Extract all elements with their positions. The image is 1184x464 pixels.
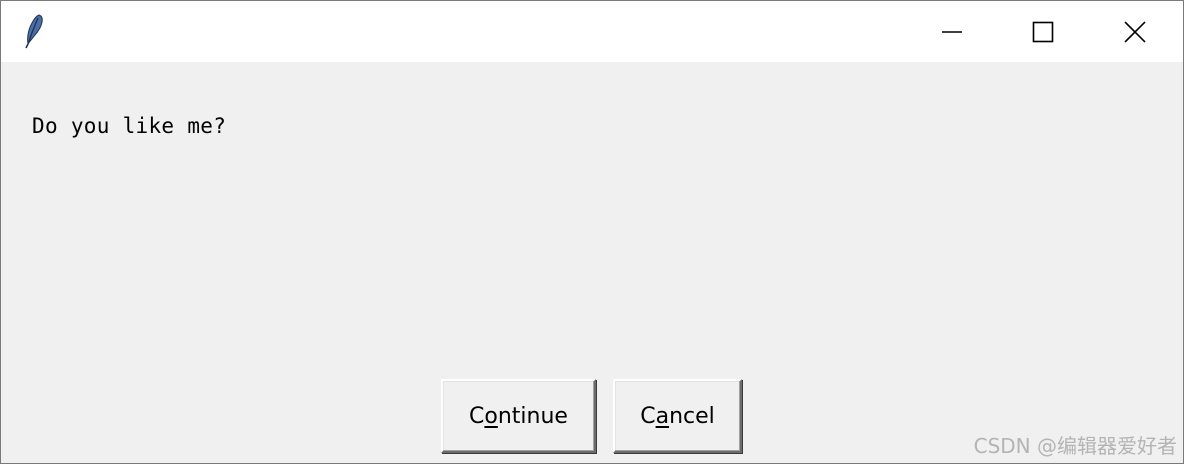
minimize-icon xyxy=(941,21,963,43)
continue-mnemonic: o xyxy=(484,403,498,429)
cancel-mnemonic: a xyxy=(655,403,670,429)
dialog-message: Do you like me? xyxy=(32,114,227,138)
close-icon xyxy=(1124,20,1146,43)
continue-button[interactable]: Continue xyxy=(441,379,596,453)
maximize-button[interactable] xyxy=(997,1,1089,62)
dialog-window: Do you like me? Continue Cancel CSDN @编辑… xyxy=(0,0,1184,464)
maximize-icon xyxy=(1032,21,1054,43)
continue-label: Continue xyxy=(469,403,568,429)
cancel-button[interactable]: Cancel xyxy=(613,379,742,453)
minimize-button[interactable] xyxy=(906,1,998,62)
close-button[interactable] xyxy=(1089,1,1181,62)
watermark: CSDN @编辑器爱好者 xyxy=(973,434,1177,458)
title-bar[interactable] xyxy=(1,1,1183,62)
cancel-label: Cancel xyxy=(640,403,715,429)
feather-icon xyxy=(21,13,47,49)
